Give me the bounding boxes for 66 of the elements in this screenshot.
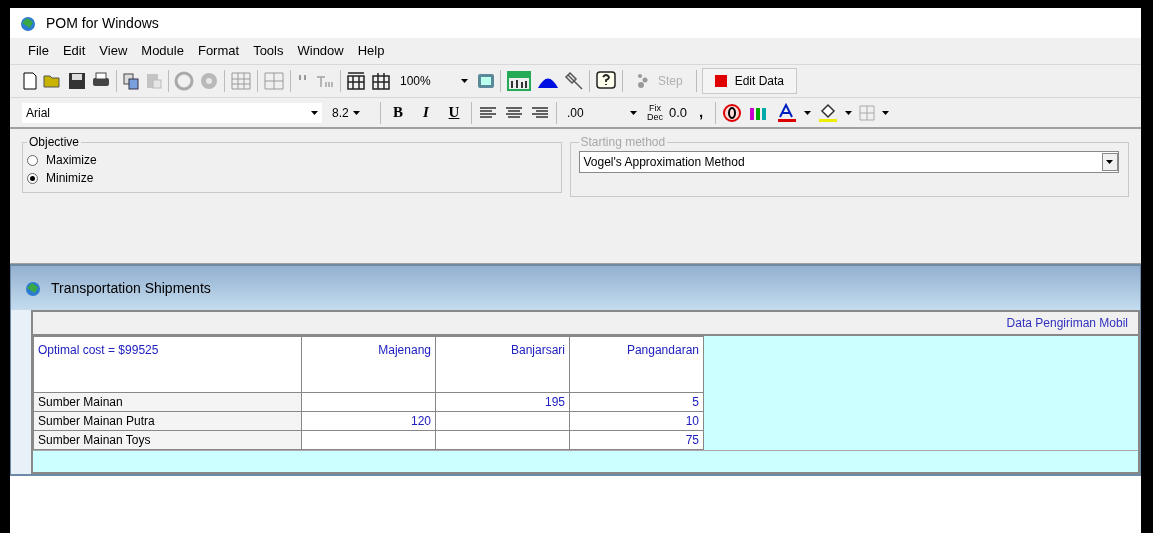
caret-icon [461,79,468,83]
dots-icon [636,73,650,89]
decimals-dropdown[interactable]: .00 [563,102,641,123]
caret-icon[interactable] [804,110,812,115]
starting-method-dropdown[interactable]: Vogel's Approximation Method [578,151,1119,173]
copy-icon[interactable] [122,72,140,90]
radio-button[interactable] [27,172,38,184]
window-icon[interactable] [477,72,495,90]
caret-icon[interactable] [882,110,890,115]
zero-icon[interactable] [722,102,743,123]
table-icon[interactable] [346,71,366,91]
menu-item[interactable]: Help [351,41,391,61]
caret-icon [352,110,360,115]
font-size-dropdown[interactable]: 8.2 [328,102,374,123]
save-icon[interactable] [68,72,86,90]
group-title: Objective [28,134,81,151]
table-cell[interactable]: 10 [569,411,704,431]
group-title: Starting method [579,134,667,151]
zoom-dropdown[interactable]: 100% [396,71,472,91]
menu-item[interactable]: Tools [247,41,290,61]
align-center-icon[interactable] [504,104,524,121]
chart-icon[interactable] [506,70,532,92]
radio-label: Maximize [46,152,97,169]
italic-button[interactable]: I [415,101,437,124]
font-dropdown[interactable]: Arial [22,102,322,123]
column-header: Pangandaran [569,336,704,393]
decimal-button[interactable]: 0.0 [669,102,688,123]
new-file-icon[interactable] [22,72,38,90]
menu-item[interactable]: Format [191,41,246,61]
bold-button[interactable]: B [387,101,409,124]
app-logo-icon [18,14,38,32]
font-color-icon[interactable] [776,102,799,123]
menu-item[interactable]: Window [291,41,350,61]
dropdown-button[interactable] [1101,153,1118,171]
edit-data-button[interactable]: Edit Data [701,68,798,94]
child-window-title: Transportation Shipments [51,278,211,298]
table-cell[interactable]: 120 [301,411,436,431]
radio-button[interactable] [27,154,38,166]
fill-bucket-icon[interactable] [817,102,840,123]
column-header: Banjarsari [435,336,570,393]
table-cell[interactable]: 195 [435,392,570,412]
table-cell[interactable]: 75 [569,430,704,450]
menu-item[interactable]: Edit [56,41,92,61]
table-icon[interactable] [371,71,391,91]
fix-decimals-button[interactable]: Fix Dec [647,103,663,122]
column-header: Majenang [301,336,436,393]
comma-button[interactable]: , [693,101,710,124]
optimal-cost-cell: Optimal cost = $99525 [33,336,302,393]
table-cell[interactable]: 5 [569,392,704,412]
help-icon[interactable] [595,70,617,92]
menu-item[interactable]: Module [135,41,190,61]
menu-item[interactable]: View [93,41,134,61]
caret-icon[interactable] [845,110,853,115]
window-title: POM for Windows [46,13,159,33]
app-logo-icon [23,279,43,297]
menu-item[interactable]: File [22,41,55,61]
table-header-text: Data Pengiriman Mobil [1006,315,1128,332]
open-folder-icon[interactable] [43,73,63,89]
align-left-icon[interactable] [478,104,498,121]
align-right-icon[interactable] [530,104,550,121]
caret-icon [311,110,318,115]
underline-button[interactable]: U [443,101,465,124]
caret-icon [1106,160,1113,164]
pin-icon[interactable] [564,71,584,91]
caret-icon [630,110,637,115]
radio-label: Minimize [46,170,94,187]
